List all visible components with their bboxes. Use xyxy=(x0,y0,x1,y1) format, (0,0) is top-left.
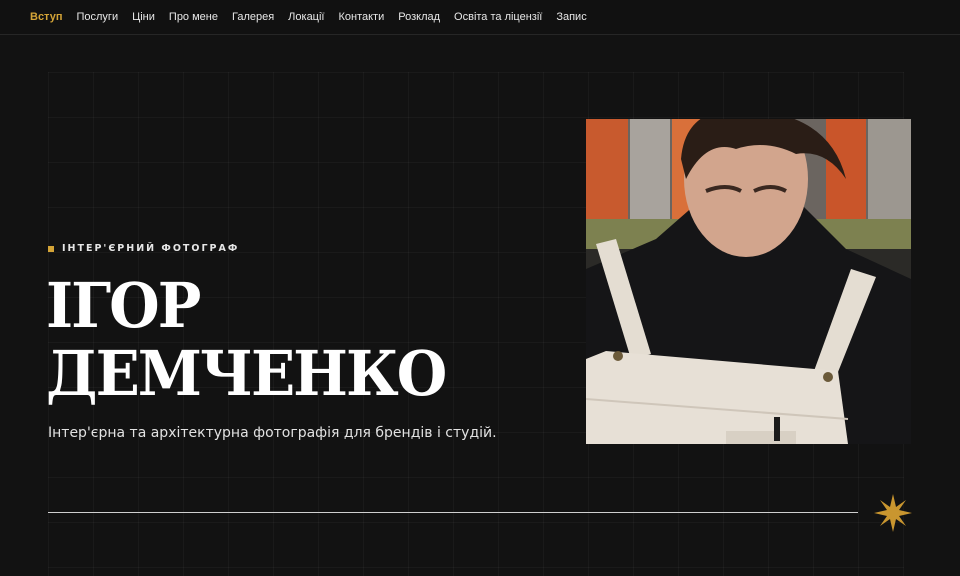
nav-item-education[interactable]: Освіта та ліцензії xyxy=(454,11,542,23)
nav-item-about[interactable]: Про мене xyxy=(169,11,218,23)
nav-item-prices[interactable]: Ціни xyxy=(132,11,155,23)
hero-name: ІГОР ДЕМЧЕНКО xyxy=(46,269,447,410)
page: Вступ Послуги Ціни Про мене Галерея Лока… xyxy=(0,0,960,576)
nav-item-gallery[interactable]: Галерея xyxy=(232,11,274,23)
nav-item-contacts[interactable]: Контакти xyxy=(338,11,384,23)
eight-point-star-icon xyxy=(874,494,912,532)
hero-eyebrow: ІНТЕР'ЄРНИЙ ФОТОГРАФ xyxy=(48,243,239,254)
nav-item-booking[interactable]: Запис xyxy=(556,11,586,23)
nav-item-schedule[interactable]: Розклад xyxy=(398,11,440,23)
square-bullet-icon xyxy=(48,245,54,252)
section-divider xyxy=(48,512,858,513)
eyebrow-text: ІНТЕР'ЄРНИЙ ФОТОГРАФ xyxy=(62,243,240,254)
nav-item-intro[interactable]: Вступ xyxy=(30,11,62,23)
hero-name-line2: ДЕМЧЕНКО xyxy=(46,337,447,410)
portrait-photo xyxy=(586,119,911,444)
hero-tagline: Інтер'єрна та архітектурна фотографія дл… xyxy=(48,425,497,441)
nav-item-services[interactable]: Послуги xyxy=(76,11,118,23)
nav-item-locations[interactable]: Локації xyxy=(288,11,324,23)
hero-name-line1: ІГОР xyxy=(46,269,201,342)
top-navigation: Вступ Послуги Ціни Про мене Галерея Лока… xyxy=(0,0,960,35)
